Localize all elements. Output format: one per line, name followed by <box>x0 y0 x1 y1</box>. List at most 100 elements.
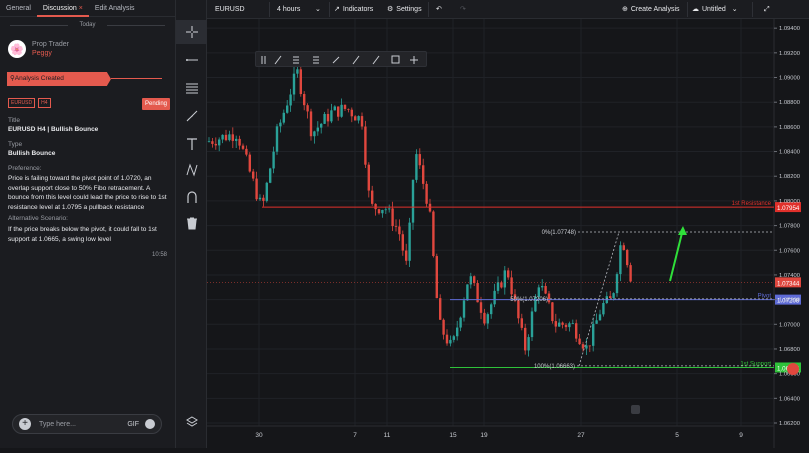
title-value: EURUSD H4 | Bullish Bounce <box>8 126 99 133</box>
crosshair-icon[interactable] <box>410 56 418 64</box>
candle-body <box>401 234 404 251</box>
gear-icon: ⚙ <box>387 6 394 13</box>
close-icon[interactable]: × <box>79 5 83 12</box>
chevron-down-icon: ⌄ <box>731 6 738 13</box>
rectangle-tool-icon[interactable] <box>391 55 400 64</box>
text-tool-icon[interactable] <box>176 132 207 156</box>
status-badge[interactable]: Pending <box>142 98 170 110</box>
candle-body <box>486 314 489 324</box>
fib-levels-tool-icon[interactable] <box>176 76 207 100</box>
preference-text: Price is failing toward the pivot point … <box>8 175 167 211</box>
candle-body <box>452 336 455 340</box>
timeframe-selector[interactable]: 4 hours ⌄ <box>277 0 325 19</box>
undo-icon[interactable]: ↶ <box>436 0 442 19</box>
candle-body <box>245 148 248 155</box>
panel-tabs: General Discussion × Edit Analysis <box>0 0 175 17</box>
candle-body <box>364 126 367 165</box>
brush-tool-icon[interactable] <box>332 56 340 64</box>
indicators-icon: ↗ <box>334 6 340 13</box>
candle-body <box>510 277 513 295</box>
fib-trend-line[interactable] <box>578 231 620 366</box>
candle-body <box>435 256 438 299</box>
gif-button[interactable]: GIF <box>127 421 139 428</box>
layout-selector[interactable]: ☁ Untitled ⌄ <box>692 0 738 19</box>
y-tick-label: 1.08600 <box>779 125 800 131</box>
candle-body <box>527 337 530 351</box>
title-label: Title <box>8 117 21 124</box>
candle-body <box>374 203 377 210</box>
fib-tool-icon[interactable] <box>293 56 299 64</box>
crosshair-tool-icon[interactable] <box>176 20 207 44</box>
drag-handle-icon[interactable] <box>261 56 266 64</box>
pattern-tool-icon[interactable] <box>176 158 207 182</box>
line-tool-icon[interactable] <box>274 55 282 65</box>
fullscreen-icon[interactable]: ⤢ <box>764 0 770 19</box>
message-composer: + Type here... GIF <box>12 414 162 434</box>
magnet-icon[interactable] <box>176 185 207 209</box>
candle-body <box>313 131 316 137</box>
layers-icon[interactable] <box>176 410 207 434</box>
candle-body <box>391 208 394 227</box>
alert-bell-icon[interactable] <box>787 363 799 375</box>
trend-line-tool-icon[interactable] <box>176 48 207 72</box>
avatar: 🌸 <box>8 40 26 58</box>
candle-body <box>289 94 292 106</box>
discussion-panel: General Discussion × Edit Analysis Today … <box>0 0 176 448</box>
indicators-button[interactable]: ↗ Indicators <box>334 0 373 19</box>
create-analysis-button[interactable]: ⊕ Create Analysis <box>622 0 680 19</box>
y-tick-label: 1.07200 <box>779 298 800 304</box>
arrow-tool-icon[interactable] <box>372 55 380 65</box>
candle-body <box>428 203 432 212</box>
trash-icon[interactable] <box>176 211 207 235</box>
candle-body <box>588 345 591 347</box>
fib-level-label: 100%(1.06663) <box>534 364 575 370</box>
add-attachment-icon[interactable]: + <box>19 418 31 430</box>
channel-tool-icon[interactable] <box>313 56 319 64</box>
candle-body <box>248 154 251 172</box>
candle-body <box>316 127 319 132</box>
candle-body <box>269 168 272 183</box>
indicators-label: Indicators <box>342 6 374 13</box>
candle-body <box>432 211 435 257</box>
redo-icon[interactable]: ↷ <box>460 0 466 19</box>
ray-tool-icon[interactable] <box>352 55 360 65</box>
price-tag-label: 1.07954 <box>777 205 800 212</box>
tab-edit-analysis[interactable]: Edit Analysis <box>89 0 141 17</box>
candle-body <box>473 276 476 284</box>
symbol-selector[interactable]: EURUSD <box>215 0 245 19</box>
lightbulb-icon[interactable] <box>631 405 640 414</box>
candle-body <box>371 190 374 204</box>
candle-body <box>408 222 411 261</box>
y-tick-label: 1.08000 <box>779 199 800 205</box>
y-tick-label: 1.09200 <box>779 51 800 57</box>
candle-body <box>615 274 619 294</box>
candle-body <box>422 165 425 184</box>
tab-general-label: General <box>6 4 31 12</box>
settings-button[interactable]: ⚙ Settings <box>387 0 422 19</box>
message-input[interactable]: Type here... <box>39 421 127 428</box>
projection-arrow-head <box>678 226 687 235</box>
candle-body <box>394 226 398 227</box>
tab-discussion[interactable]: Discussion × <box>36 0 89 17</box>
candle-body <box>622 245 625 250</box>
drawing-toolbar <box>176 0 207 448</box>
tab-general[interactable]: General <box>0 0 37 17</box>
candle-body <box>581 344 585 349</box>
status-banner: ⚲Analysis Created <box>7 72 111 86</box>
candle-body <box>299 69 302 95</box>
y-tick-label: 1.07400 <box>779 273 800 279</box>
emoji-icon[interactable] <box>145 419 155 429</box>
candle-body <box>598 314 602 321</box>
brush-tool-icon[interactable] <box>176 104 207 128</box>
candle-body <box>350 109 353 117</box>
candle-body <box>493 290 496 305</box>
candle-body <box>333 106 336 111</box>
candle-body <box>282 112 285 123</box>
price-chart[interactable]: 1st Resistance 1.07954 Pivot 1.07208 1st Sup… <box>207 19 809 448</box>
chart-canvas[interactable]: 1st Resistance1.07954Pivot1.072081st Sup… <box>207 19 809 448</box>
candle-body <box>466 284 469 301</box>
symbol-tag: EURUSD <box>8 98 36 108</box>
day-divider: Today <box>0 17 175 33</box>
candle-body <box>309 111 313 137</box>
candle-body <box>275 126 279 152</box>
